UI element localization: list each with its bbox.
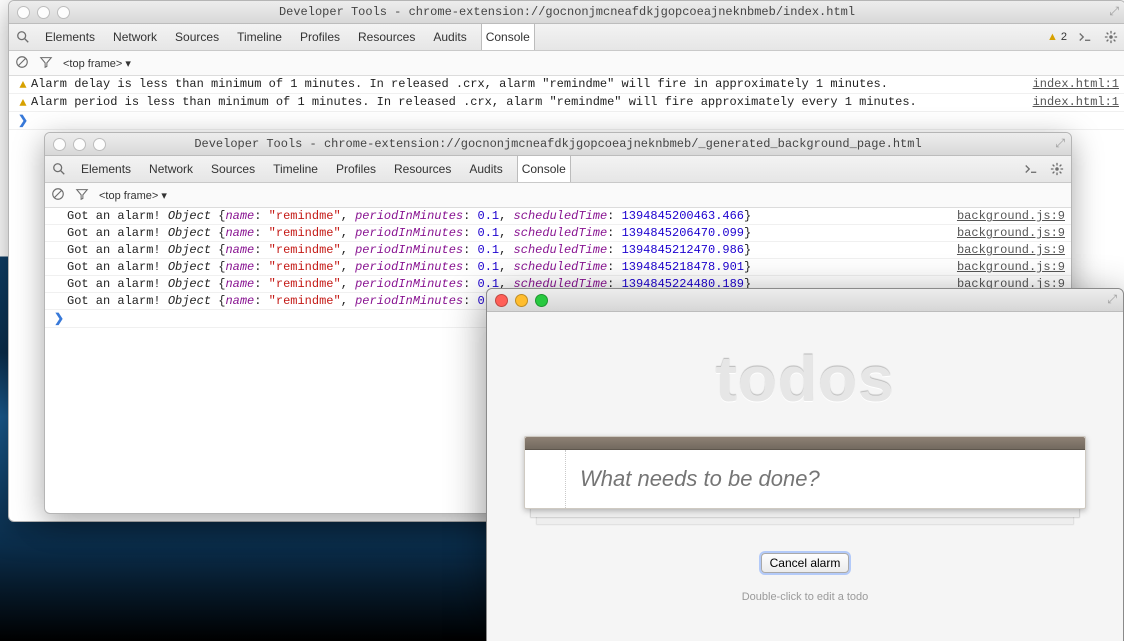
tab-profiles[interactable]: Profiles xyxy=(332,162,380,176)
console-log-row: Got an alarm! Object {name: "remindme", … xyxy=(45,259,1071,276)
clear-console-icon[interactable] xyxy=(51,187,65,204)
console-log-row: Got an alarm! Object {name: "remindme", … xyxy=(45,242,1071,259)
filter-bar: <top frame> ▾ xyxy=(45,183,1071,208)
todos-app-window: ⤢ todos Cancel alarm Double-click to edi… xyxy=(486,288,1124,641)
drawer-toggle-icon[interactable] xyxy=(1077,29,1093,45)
traffic-lights[interactable] xyxy=(495,294,548,307)
tab-network[interactable]: Network xyxy=(145,162,197,176)
tab-timeline[interactable]: Timeline xyxy=(233,30,286,44)
frame-selector[interactable]: <top frame> ▾ xyxy=(63,57,131,70)
source-link[interactable]: background.js:9 xyxy=(947,242,1065,258)
todos-heading: todos xyxy=(487,342,1123,416)
expand-icon[interactable]: ⤢ xyxy=(1107,292,1117,307)
warning-count[interactable]: ▲2 xyxy=(1047,31,1067,43)
cancel-alarm-button[interactable]: Cancel alarm xyxy=(761,553,850,573)
tab-profiles[interactable]: Profiles xyxy=(296,30,344,44)
tab-timeline[interactable]: Timeline xyxy=(269,162,322,176)
search-icon[interactable] xyxy=(51,161,67,177)
source-link[interactable]: background.js:9 xyxy=(947,208,1065,224)
tab-audits[interactable]: Audits xyxy=(465,162,506,176)
tab-audits[interactable]: Audits xyxy=(429,30,470,44)
source-link[interactable]: index.html:1 xyxy=(1023,76,1119,92)
warning-icon: ▲ xyxy=(19,95,26,111)
edit-hint: Double-click to edit a todo xyxy=(487,591,1123,603)
tab-resources[interactable]: Resources xyxy=(390,162,455,176)
filter-icon[interactable] xyxy=(75,187,89,204)
console-warning-row: ▲ Alarm period is less than minimum of 1… xyxy=(9,94,1124,112)
source-link[interactable]: index.html:1 xyxy=(1023,94,1119,110)
filter-bar: <top frame> ▾ xyxy=(9,51,1124,76)
tab-sources[interactable]: Sources xyxy=(207,162,259,176)
console-output: ▲ Alarm delay is less than minimum of 1 … xyxy=(9,76,1124,130)
tab-console[interactable]: Console xyxy=(517,156,571,182)
clear-console-icon[interactable] xyxy=(15,55,29,72)
tab-elements[interactable]: Elements xyxy=(77,162,135,176)
tab-resources[interactable]: Resources xyxy=(354,30,419,44)
prompt-icon: ❯ xyxy=(18,113,28,129)
console-warning-row: ▲ Alarm delay is less than minimum of 1 … xyxy=(9,76,1124,94)
search-icon[interactable] xyxy=(15,29,31,45)
titlebar[interactable]: ⤢ xyxy=(487,289,1123,312)
source-link[interactable]: background.js:9 xyxy=(947,259,1065,275)
source-link[interactable]: background.js:9 xyxy=(947,225,1065,241)
titlebar[interactable]: Developer Tools - chrome-extension://goc… xyxy=(9,1,1124,24)
frame-selector[interactable]: <top frame> ▾ xyxy=(99,189,167,202)
tab-console[interactable]: Console xyxy=(481,24,535,50)
expand-icon[interactable]: ⤢ xyxy=(1055,136,1065,151)
window-title: Developer Tools - chrome-extension://goc… xyxy=(9,5,1124,19)
settings-gear-icon[interactable] xyxy=(1103,29,1119,45)
tab-bar: Elements Network Sources Timeline Profil… xyxy=(9,24,1124,51)
window-title: Developer Tools - chrome-extension://goc… xyxy=(45,137,1071,151)
prompt-icon: ❯ xyxy=(54,311,64,327)
tab-sources[interactable]: Sources xyxy=(171,30,223,44)
tab-bar: Elements Network Sources Timeline Profil… xyxy=(45,156,1071,183)
minimize-dot[interactable] xyxy=(515,294,528,307)
tab-network[interactable]: Network xyxy=(109,30,161,44)
new-todo-input[interactable] xyxy=(566,466,1085,492)
filter-icon[interactable] xyxy=(39,55,53,72)
console-log-row: Got an alarm! Object {name: "remindme", … xyxy=(45,208,1071,225)
todo-card xyxy=(524,436,1086,509)
console-log-row: Got an alarm! Object {name: "remindme", … xyxy=(45,225,1071,242)
expand-icon[interactable]: ⤢ xyxy=(1109,4,1119,19)
card-header-bar xyxy=(525,437,1085,450)
toggle-all-gutter[interactable] xyxy=(525,450,566,508)
titlebar[interactable]: Developer Tools - chrome-extension://goc… xyxy=(45,133,1071,156)
zoom-dot[interactable] xyxy=(535,294,548,307)
close-dot[interactable] xyxy=(495,294,508,307)
warning-icon: ▲ xyxy=(19,77,26,93)
console-prompt-row[interactable]: ❯ xyxy=(9,112,1124,130)
tab-elements[interactable]: Elements xyxy=(41,30,99,44)
settings-gear-icon[interactable] xyxy=(1049,161,1065,177)
drawer-toggle-icon[interactable] xyxy=(1023,161,1039,177)
